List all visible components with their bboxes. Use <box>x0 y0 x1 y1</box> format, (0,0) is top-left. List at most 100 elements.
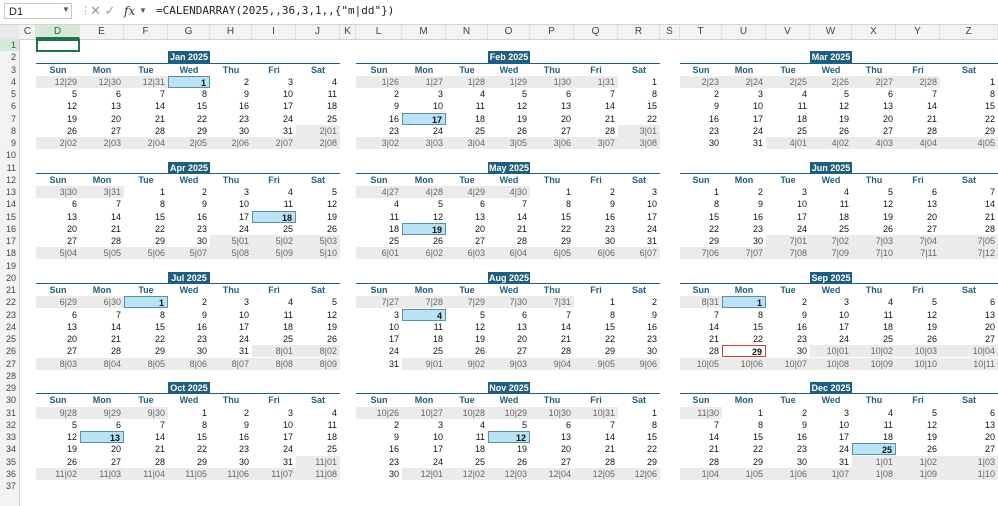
day-cell[interactable]: 31 <box>810 456 852 468</box>
day-cell[interactable]: 2|02 <box>36 137 80 149</box>
day-cell[interactable]: 17 <box>356 333 402 345</box>
day-cell[interactable]: 8 <box>722 309 766 321</box>
day-cell[interactable]: 2|05 <box>168 137 210 149</box>
day-cell[interactable]: 29 <box>124 235 168 247</box>
row-header-17[interactable]: 17 <box>0 235 19 247</box>
day-cell[interactable]: 19 <box>446 333 488 345</box>
day-cell[interactable]: 6 <box>36 309 80 321</box>
day-cell[interactable]: 21 <box>896 113 940 125</box>
day-cell[interactable]: 13 <box>488 321 530 333</box>
day-cell[interactable]: 11 <box>296 88 340 100</box>
day-cell[interactable]: 20 <box>940 321 998 333</box>
day-cell[interactable]: 21 <box>80 223 124 235</box>
day-cell[interactable]: 2 <box>680 88 722 100</box>
day-cell[interactable]: 14 <box>80 211 124 223</box>
day-cell[interactable]: 26 <box>36 125 80 137</box>
day-cell[interactable]: 5 <box>896 407 940 419</box>
day-cell[interactable]: 28 <box>574 456 618 468</box>
day-cell[interactable]: 14 <box>124 431 168 443</box>
day-cell[interactable]: 6 <box>80 88 124 100</box>
day-cell[interactable]: 8 <box>574 309 618 321</box>
day-cell[interactable]: 26 <box>296 333 340 345</box>
day-cell[interactable]: 16 <box>168 211 210 223</box>
day-cell[interactable]: 11|08 <box>296 467 340 480</box>
day-cell[interactable]: 8|01 <box>252 345 296 358</box>
day-cell[interactable]: 9 <box>680 100 722 112</box>
row-header-35[interactable]: 35 <box>0 456 19 468</box>
day-cell[interactable]: 3 <box>356 309 402 321</box>
day-cell[interactable]: 10 <box>402 100 446 112</box>
day-cell[interactable]: 29 <box>168 456 210 468</box>
day-cell[interactable]: 10 <box>766 198 810 210</box>
day-cell[interactable]: 3 <box>766 186 810 198</box>
row-header-25[interactable]: 25 <box>0 333 19 345</box>
day-cell[interactable]: 30 <box>210 125 252 137</box>
day-cell[interactable]: 3|02 <box>356 137 402 149</box>
day-cell[interactable]: 19 <box>852 211 896 223</box>
day-cell[interactable]: 14 <box>574 431 618 443</box>
day-cell[interactable]: 11|06 <box>210 467 252 480</box>
day-cell[interactable]: 9|28 <box>36 406 80 419</box>
day-cell[interactable]: 1|30 <box>530 75 574 88</box>
day-cell[interactable]: 14 <box>896 100 940 112</box>
row-header-16[interactable]: 16 <box>0 223 19 235</box>
day-cell[interactable]: 7 <box>80 198 124 210</box>
day-cell[interactable]: 28 <box>80 235 124 247</box>
day-cell[interactable]: 4|01 <box>766 137 810 149</box>
day-cell[interactable]: 29 <box>168 125 210 137</box>
row-header-2[interactable]: 2 <box>0 51 19 63</box>
day-cell[interactable]: 10 <box>210 198 252 210</box>
day-cell[interactable]: 18 <box>446 443 488 455</box>
day-cell[interactable]: 7 <box>680 419 722 431</box>
day-cell[interactable]: 7 <box>488 198 530 210</box>
day-cell[interactable]: 29 <box>680 235 722 247</box>
day-cell[interactable]: 7|12 <box>940 247 998 260</box>
row-header-27[interactable]: 27 <box>0 358 19 370</box>
day-cell[interactable]: 11 <box>766 100 810 112</box>
day-cell[interactable]: 28 <box>124 456 168 468</box>
day-cell[interactable]: 29 <box>574 345 618 357</box>
day-cell[interactable]: 4 <box>766 88 810 100</box>
day-cell[interactable]: 18 <box>852 321 896 333</box>
day-cell[interactable]: 12|06 <box>618 467 660 480</box>
day-cell[interactable]: 11 <box>296 419 340 431</box>
day-cell[interactable]: 12 <box>296 198 340 210</box>
column-header-m[interactable]: M <box>402 25 446 39</box>
day-cell[interactable]: 17 <box>810 321 852 333</box>
day-cell[interactable]: 31 <box>252 125 296 137</box>
day-cell[interactable]: 10|05 <box>680 357 722 370</box>
day-cell[interactable]: 24 <box>356 345 402 357</box>
column-header-p[interactable]: P <box>530 25 574 39</box>
day-cell[interactable]: 8|09 <box>296 357 340 370</box>
day-cell[interactable]: 28 <box>530 345 574 357</box>
day-cell[interactable]: 6 <box>446 198 488 210</box>
row-header-30[interactable]: 30 <box>0 394 19 406</box>
day-cell[interactable]: 10 <box>210 309 252 321</box>
day-cell[interactable]: 13 <box>80 100 124 112</box>
day-cell[interactable]: 10|04 <box>940 345 998 358</box>
day-cell[interactable]: 12 <box>402 211 446 223</box>
day-cell[interactable]: 5 <box>488 88 530 100</box>
day-cell[interactable]: 27 <box>446 235 488 247</box>
day-cell[interactable]: 5 <box>36 88 80 100</box>
row-header-14[interactable]: 14 <box>0 198 19 210</box>
day-cell[interactable]: 10|11 <box>940 357 998 370</box>
day-cell[interactable]: 12 <box>36 431 80 443</box>
day-cell[interactable]: 6 <box>896 186 940 198</box>
day-cell[interactable]: 5 <box>402 198 446 210</box>
day-cell[interactable]: 7|29 <box>446 296 488 309</box>
row-header-4[interactable]: 4 <box>0 76 19 88</box>
day-cell[interactable]: 17 <box>252 431 296 443</box>
day-cell[interactable]: 11 <box>810 198 852 210</box>
day-cell[interactable]: 11 <box>852 419 896 431</box>
day-cell[interactable]: 8 <box>124 309 168 321</box>
day-cell[interactable]: 23 <box>574 223 618 235</box>
day-cell[interactable]: 16 <box>210 100 252 112</box>
day-cell[interactable]: 7|09 <box>810 247 852 260</box>
formula-input[interactable]: =CALENDARRAY(2025,,36,3,1,,{"m|dd"}) <box>156 4 394 17</box>
day-cell[interactable]: 19 <box>296 321 340 333</box>
day-cell[interactable]: 5|02 <box>252 235 296 247</box>
day-cell[interactable]: 1|06 <box>766 467 810 480</box>
day-cell[interactable]: 10|29 <box>488 406 530 419</box>
day-cell[interactable]: 6|07 <box>618 247 660 260</box>
